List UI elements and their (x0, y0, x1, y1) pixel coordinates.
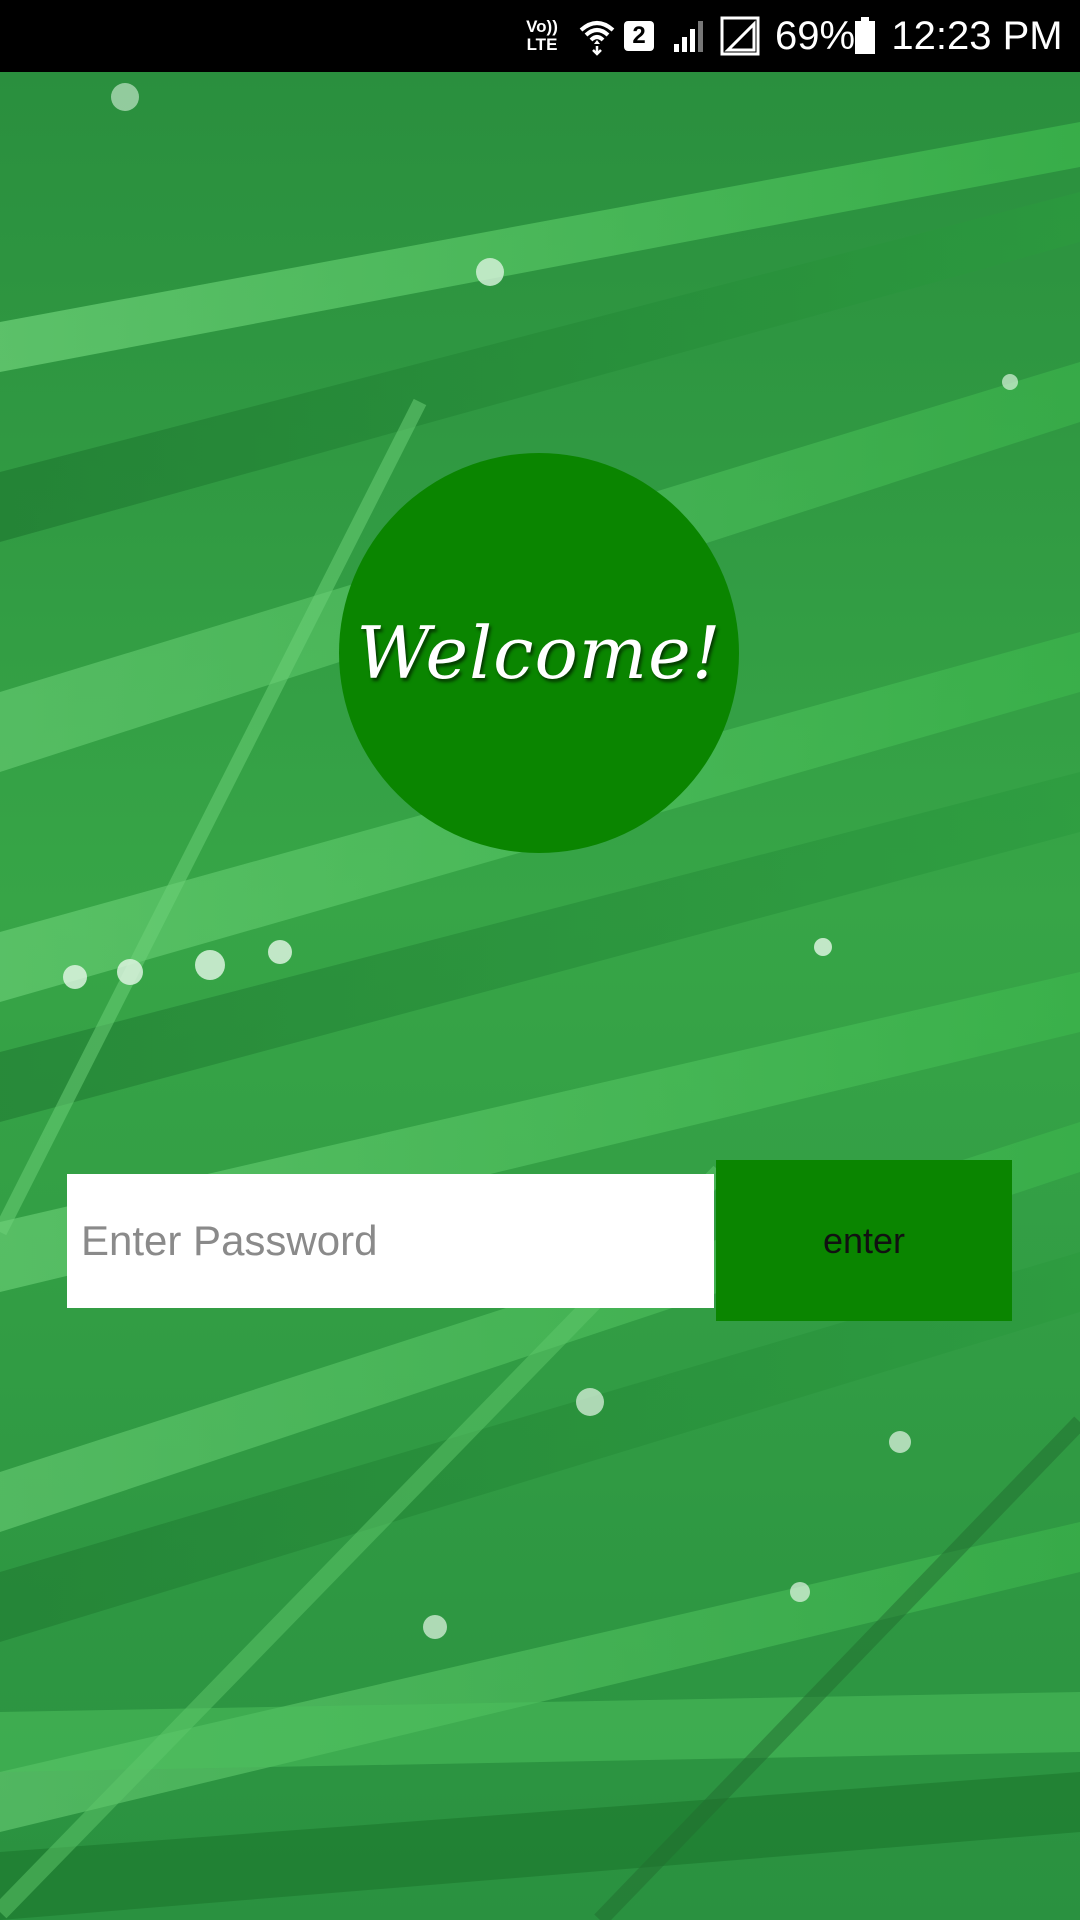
volte-bottom-text: LTE (526, 35, 558, 54)
sim-slot-number: 2 (624, 21, 654, 51)
battery-icon (852, 0, 878, 72)
password-input[interactable] (67, 1174, 714, 1308)
signal-empty-icon (718, 0, 762, 72)
enter-button[interactable]: enter (716, 1160, 1012, 1321)
clock: 12:23 PM (891, 13, 1063, 58)
grass-background (0, 72, 1080, 1920)
signal-icon (670, 0, 710, 72)
volte-top-text: Vo)) (526, 17, 558, 36)
volte-icon: Vo)) LTE (520, 0, 564, 72)
welcome-badge: Welcome! (339, 453, 739, 853)
battery-percent: 69% (774, 13, 856, 58)
wifi-icon (574, 0, 620, 72)
status-bar: Vo)) LTE 2 69% 12:23 PM (0, 0, 1080, 72)
welcome-text: Welcome! (356, 611, 722, 695)
sim-2-icon: 2 (622, 0, 656, 72)
